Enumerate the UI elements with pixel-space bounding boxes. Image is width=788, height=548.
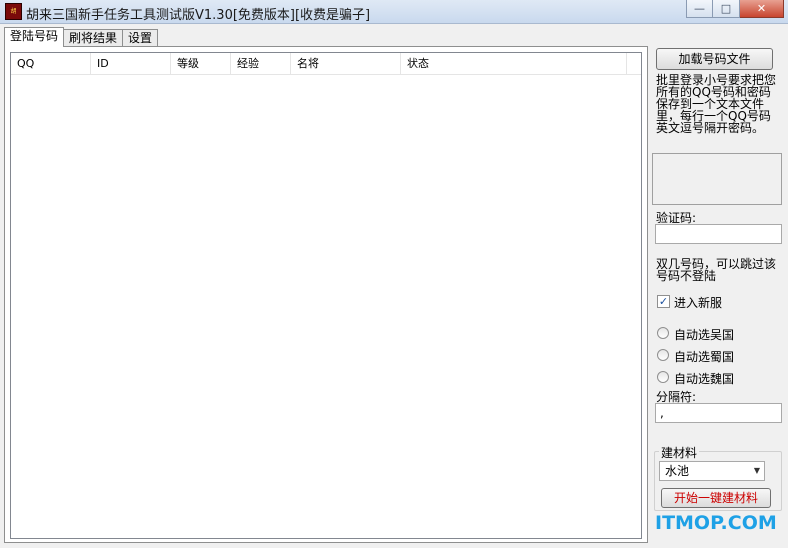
tab-login-accounts[interactable]: 登陆号码 — [4, 27, 65, 47]
chevron-down-icon: ▼ — [753, 466, 760, 475]
radio-wu-label: 自动选吴国 — [674, 328, 735, 342]
tab-results[interactable]: 刷将结果 — [63, 29, 124, 47]
window-title: 胡来三国新手任务工具测试版V1.30[免费版本][收费是骗子] — [26, 8, 371, 23]
account-list[interactable]: QQ ID 等级 经验 名将 状态 — [10, 52, 642, 539]
radio-wei[interactable] — [657, 371, 669, 383]
maximize-icon: □ — [720, 2, 732, 15]
column-header-exp[interactable]: 经验 — [231, 53, 291, 74]
right-panel: 加载号码文件 批里登录小号要求把您所有的QQ号码和密码保存到一个文本文件里，每行… — [651, 46, 785, 543]
tab-settings[interactable]: 设置 — [122, 29, 159, 47]
tab-panel: QQ ID 等级 经验 名将 状态 — [4, 46, 648, 543]
instructions-text: 批里登录小号要求把您所有的QQ号码和密码保存到一个文本文件里，每行一个QQ号码英… — [656, 73, 777, 135]
title-bar[interactable]: 胡 胡来三国新手任务工具测试版V1.30[免费版本][收费是骗子] — □ ✕ — [0, 0, 788, 24]
window-controls: — □ ✕ — [686, 0, 784, 18]
enter-new-server-label: 进入新服 — [674, 296, 723, 310]
column-header-qq[interactable]: QQ — [11, 53, 91, 74]
close-button[interactable]: ✕ — [740, 0, 784, 18]
column-header-famous-general[interactable]: 名将 — [291, 53, 401, 74]
separator-input[interactable]: , — [655, 403, 782, 423]
start-build-materials-button[interactable]: 开始一键建材料 — [661, 488, 771, 508]
material-select-value: 水池 — [665, 464, 690, 478]
radio-wu[interactable] — [657, 327, 669, 339]
column-header-filler — [627, 53, 641, 74]
app-logo-icon: 胡 — [5, 3, 22, 20]
column-header-id[interactable]: ID — [91, 53, 171, 74]
material-group-label: 建材料 — [659, 444, 700, 461]
list-header: QQ ID 等级 经验 名将 状态 — [11, 53, 641, 75]
maximize-button[interactable]: □ — [713, 0, 740, 18]
minimize-icon: — — [694, 2, 705, 15]
captcha-input[interactable] — [655, 224, 782, 244]
skip-hint-text: 双几号码，可以跳过该号码不登陆 — [656, 257, 777, 283]
minimize-button[interactable]: — — [686, 0, 713, 18]
material-select[interactable]: 水池 ▼ — [659, 461, 765, 481]
captcha-image — [652, 153, 782, 205]
radio-shu[interactable] — [657, 349, 669, 361]
load-accounts-button[interactable]: 加载号码文件 — [656, 48, 773, 70]
radio-shu-label: 自动选蜀国 — [674, 350, 735, 364]
column-header-level[interactable]: 等级 — [171, 53, 231, 74]
radio-wei-label: 自动选魏国 — [674, 372, 735, 386]
enter-new-server-checkbox[interactable]: ✓ — [657, 295, 670, 308]
tab-strip: 登陆号码 刷将结果 设置 — [4, 27, 159, 47]
close-icon: ✕ — [756, 2, 767, 15]
watermark-text: ITMOP.COM — [655, 512, 777, 534]
column-header-status[interactable]: 状态 — [401, 53, 627, 74]
